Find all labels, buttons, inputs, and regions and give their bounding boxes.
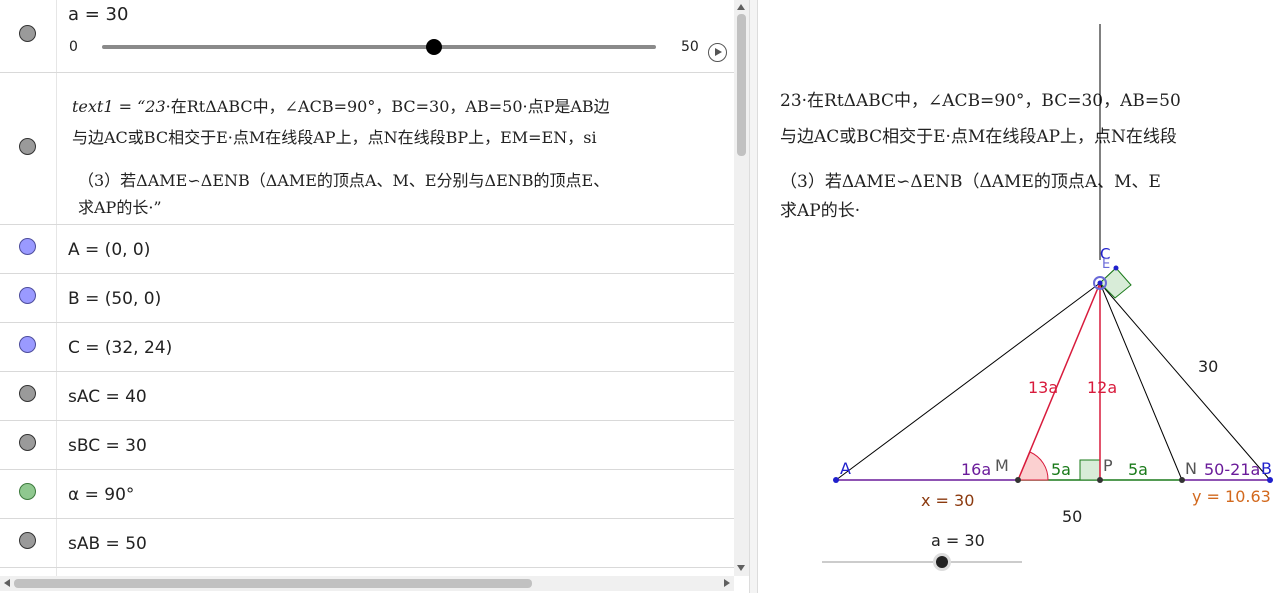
graphics-slider-label: a = 30 [931, 531, 985, 550]
play-animation-icon[interactable] [708, 43, 727, 62]
scroll-left-arrow-icon[interactable] [4, 579, 10, 587]
row-gutter [0, 568, 57, 576]
text1-line2: 与边AC或BC相交于E·点M在线段AP上，点N在线段BP上，EM=EN，si [72, 128, 597, 147]
segment-BC[interactable] [1099, 282, 1271, 481]
visibility-toggle-icon[interactable] [19, 238, 36, 255]
label-BC-length: 30 [1198, 357, 1218, 376]
slider-track[interactable] [102, 45, 656, 49]
slider-title: a = 30 [68, 4, 129, 25]
visibility-toggle-icon[interactable] [19, 532, 36, 549]
visibility-toggle-icon[interactable] [19, 336, 36, 353]
algebra-row-sBC[interactable]: sBC = 30 [0, 421, 734, 470]
label-EP: 12a [1087, 378, 1117, 397]
label-P: P [1103, 456, 1113, 475]
label-AM: 16a [961, 460, 991, 479]
algebra-row-alpha[interactable]: α = 90° [0, 470, 734, 519]
point-C[interactable] [1097, 280, 1103, 286]
row-definition: B = (50, 0) [68, 289, 162, 309]
text1-line4: 求AP的长·” [78, 198, 162, 217]
horizontal-scroll-thumb[interactable] [14, 579, 532, 588]
label-E: E [1102, 257, 1110, 272]
row-definition: sAB = 50 [68, 534, 147, 554]
scroll-up-arrow-icon[interactable] [737, 4, 745, 10]
visibility-toggle-icon[interactable] [19, 483, 36, 500]
point-A[interactable] [833, 477, 839, 483]
right-angle-marker-P [1079, 459, 1101, 481]
row-definition: C = (32, 24) [68, 338, 173, 358]
scroll-right-arrow-icon[interactable] [724, 579, 730, 587]
visibility-toggle-icon[interactable] [19, 385, 36, 402]
label-B: B [1261, 459, 1272, 478]
vertical-scrollbar[interactable] [734, 0, 749, 576]
algebra-row-sAB[interactable]: sAB = 50 [0, 519, 734, 568]
label-x-value: x = 30 [921, 491, 974, 510]
algebra-row-text1[interactable]: text1 = “23·在RtΔABC中，∠ACB=90°，BC=30，AB=5… [0, 73, 734, 225]
visibility-toggle-icon[interactable] [19, 287, 36, 304]
angle-marker-M [1017, 451, 1049, 481]
label-NB: 50-21a [1204, 460, 1260, 479]
slider-knob[interactable] [426, 39, 443, 55]
row-definition: sAC = 40 [68, 387, 147, 407]
visibility-toggle-icon[interactable] [19, 25, 36, 42]
label-MP: 5a [1051, 460, 1071, 479]
text1-line3: （3）若ΔAME∽ΔENB（ΔAME的顶点A、M、E分别与ΔENB的顶点E、 [78, 171, 610, 190]
algebra-row-partial [0, 568, 734, 576]
graphics-view[interactable]: 23·在RtΔABC中，∠ACB=90°，BC=30，AB=50 与边AC或BC… [758, 0, 1280, 593]
label-y-value: y = 10.63 [1192, 487, 1271, 506]
algebra-view: a = 30 0 50 text1 = “23·在RtΔABC中，∠ACB=90… [0, 0, 749, 593]
label-AB-length: 50 [1062, 507, 1082, 526]
point-E-aux[interactable] [1113, 265, 1119, 271]
horizontal-scrollbar[interactable] [0, 576, 734, 591]
text1-line1-content: ·在RtΔABC中，∠ACB=90°，BC=30，AB=50·点P是AB边 [165, 97, 610, 116]
vertical-scroll-thumb[interactable] [737, 14, 746, 156]
text1-prefix: text1 = “23 [72, 97, 166, 116]
slider-max-label: 50 [681, 39, 699, 55]
slider-min-label: 0 [69, 39, 78, 55]
view-divider[interactable] [749, 0, 758, 593]
label-EM: 13a [1028, 378, 1058, 397]
algebra-row-B[interactable]: B = (50, 0) [0, 274, 734, 323]
label-M: M [995, 456, 1009, 475]
graphics-slider-knob[interactable] [936, 556, 948, 568]
label-N: N [1185, 459, 1197, 478]
label-A: A [840, 459, 851, 478]
visibility-toggle-icon[interactable] [19, 434, 36, 451]
row-definition: α = 90° [68, 485, 135, 505]
algebra-row-A[interactable]: A = (0, 0) [0, 225, 734, 274]
scroll-down-arrow-icon[interactable] [737, 565, 745, 571]
segment-AC[interactable] [835, 282, 1101, 481]
row-definition: A = (0, 0) [68, 240, 151, 260]
algebra-row-sAC[interactable]: sAC = 40 [0, 372, 734, 421]
point-M[interactable] [1015, 477, 1021, 483]
algebra-row-slider-a[interactable]: a = 30 0 50 [0, 0, 734, 73]
label-PN: 5a [1128, 460, 1148, 479]
point-P[interactable] [1097, 477, 1103, 483]
text1-line1: text1 = “23·在RtΔABC中，∠ACB=90°，BC=30，AB=5… [72, 93, 610, 117]
algebra-row-C[interactable]: C = (32, 24) [0, 323, 734, 372]
row-definition: sBC = 30 [68, 436, 147, 456]
construction-canvas[interactable]: A B C E M P N 16a 5a 5a 50-21a 13a 12a 3… [758, 0, 1280, 593]
visibility-toggle-icon[interactable] [19, 138, 36, 155]
